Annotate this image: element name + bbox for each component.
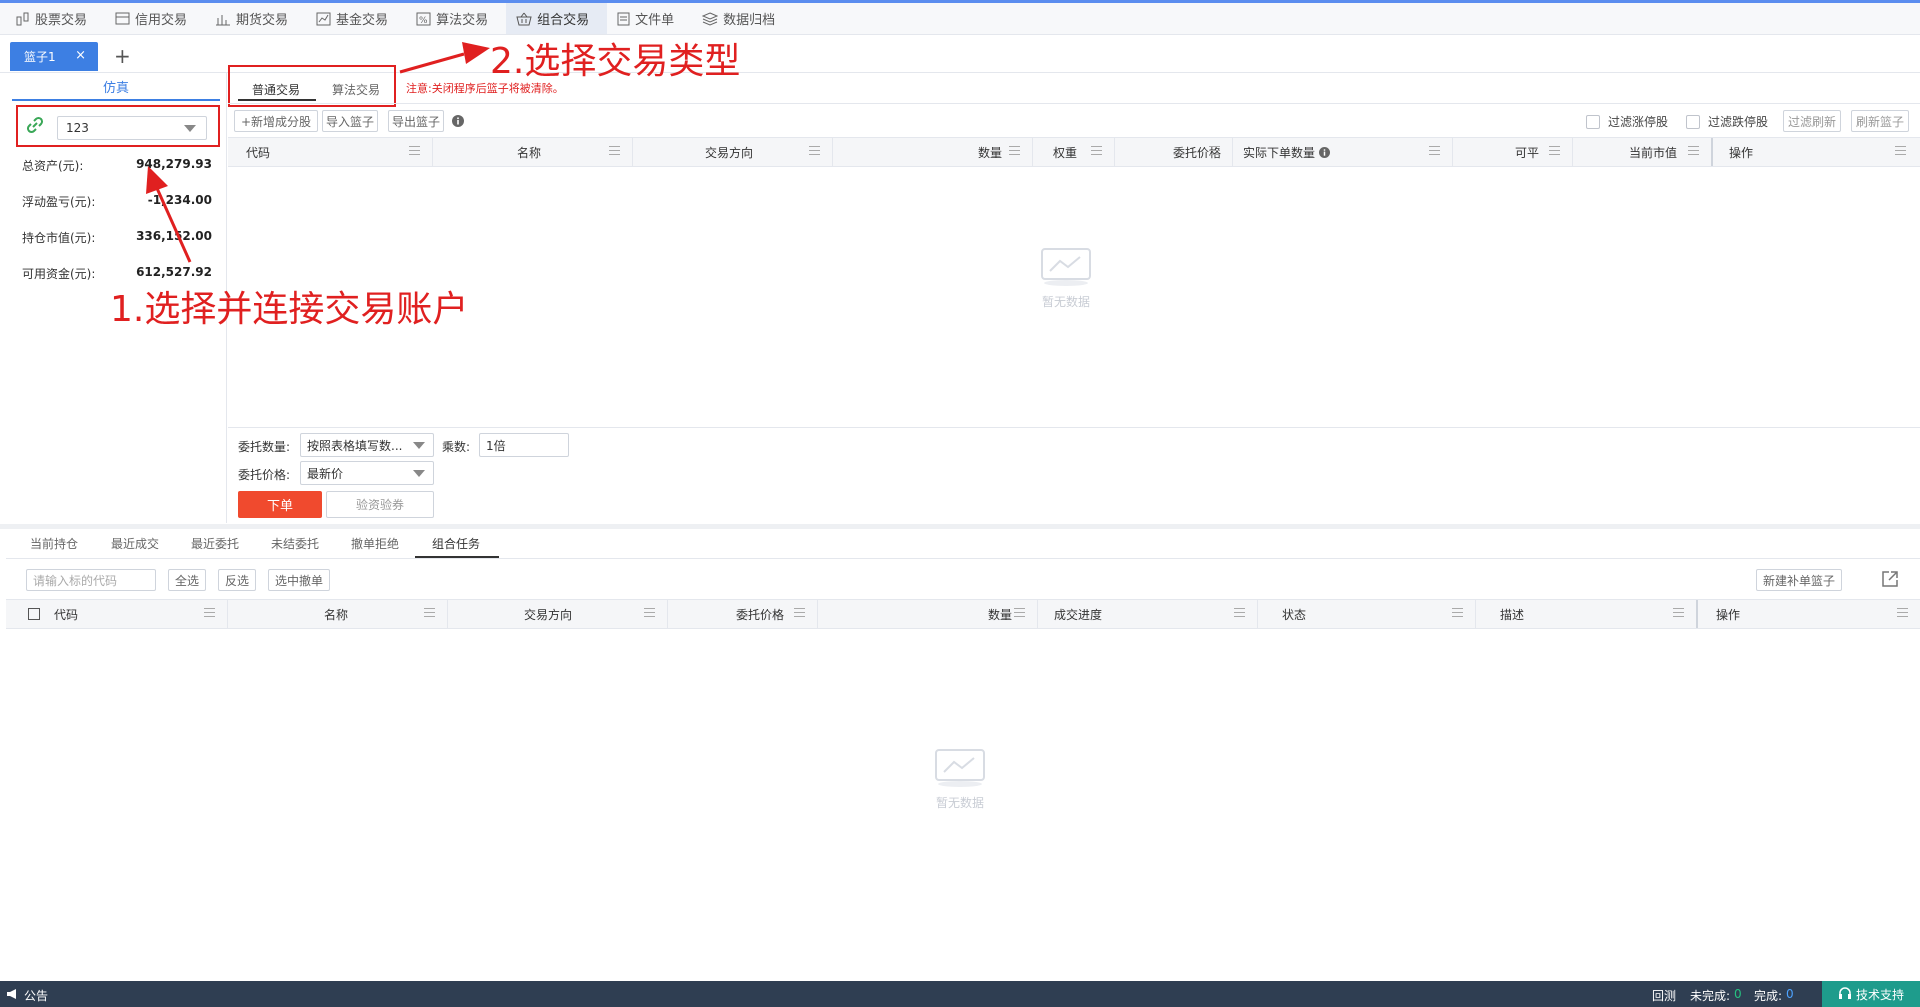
annotation-arrows (146, 42, 490, 263)
arrow-step2 (399, 42, 490, 74)
annotation-step1: 1.选择并连接交易账户 (110, 289, 469, 330)
arrow-step1 (146, 166, 192, 263)
annotation-step2: 2.选择交易类型 (490, 41, 741, 82)
